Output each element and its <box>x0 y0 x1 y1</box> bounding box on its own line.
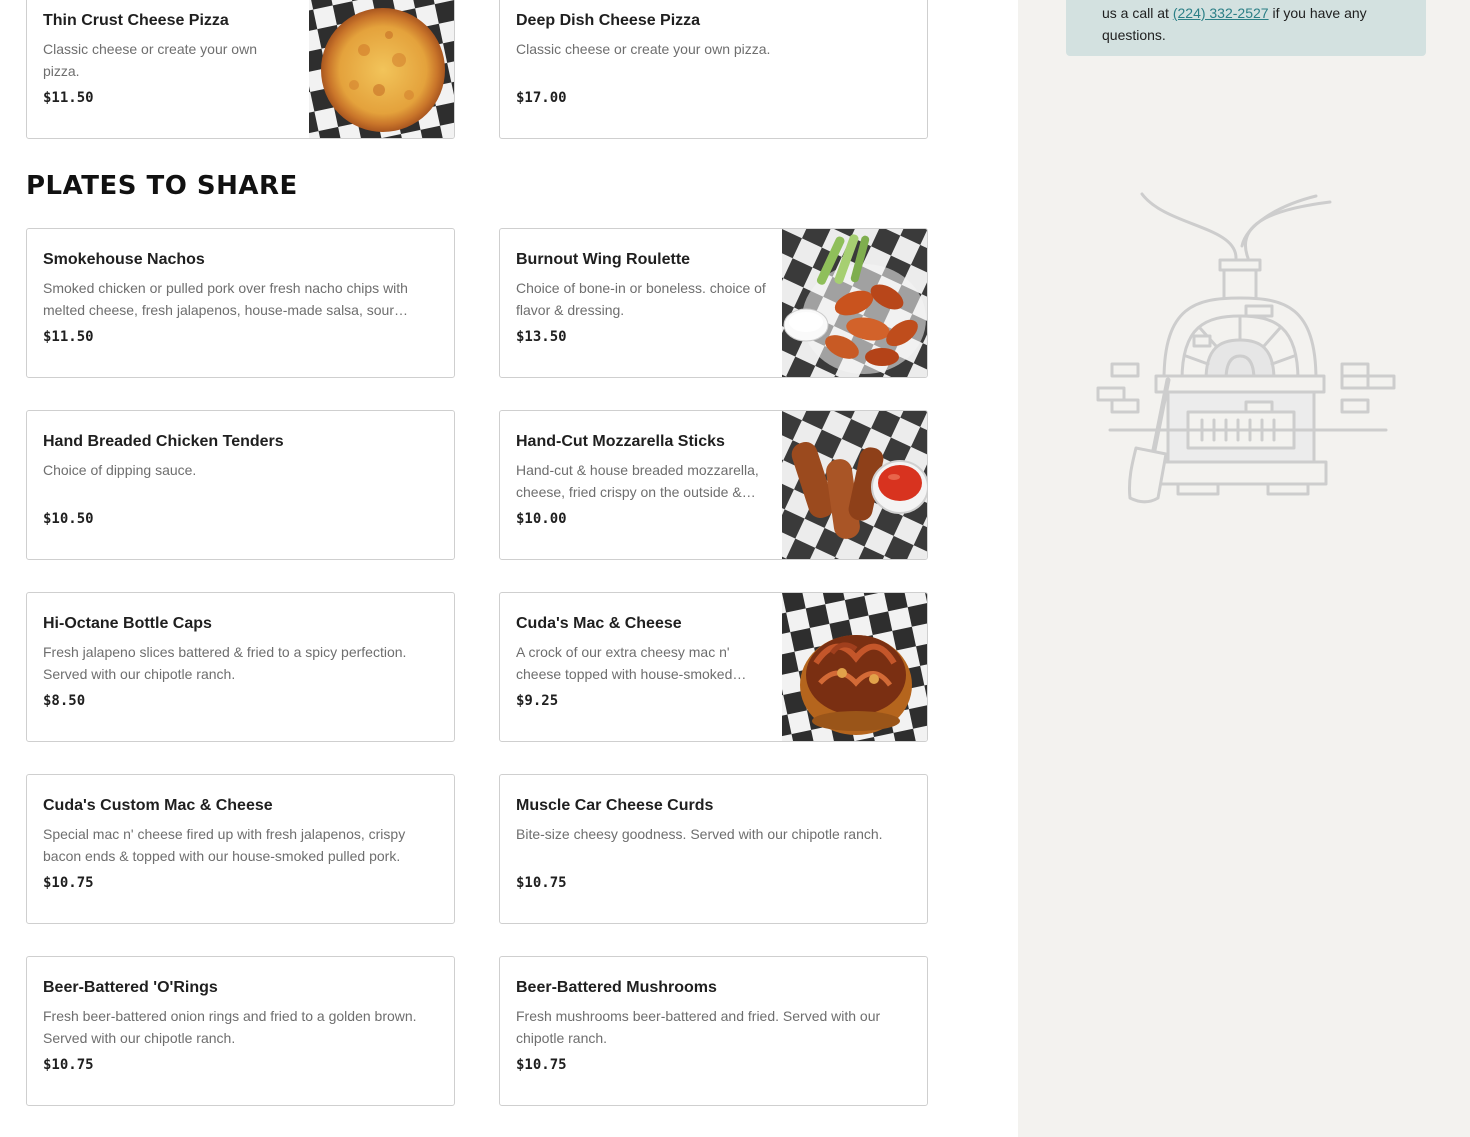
menu-item-card[interactable]: Cuda's Custom Mac & Cheese Special mac n… <box>26 774 455 924</box>
mac-and-cheese-photo <box>782 593 927 741</box>
menu-item-description: Smoked chicken or pulled pork over fresh… <box>43 280 408 318</box>
menu-item-content: Muscle Car Cheese Curds Bite-size cheesy… <box>516 795 911 923</box>
menu-item-description: Bite-size cheesy goodness. Served with o… <box>516 826 883 842</box>
menu-item-description: Fresh beer-battered onion rings and frie… <box>43 1008 417 1046</box>
sidebar: us a call at (224) 332-2527 if you have … <box>1018 0 1470 1137</box>
menu-item-card[interactable]: Hand Breaded Chicken Tenders Choice of d… <box>26 410 455 560</box>
info-box: us a call at (224) 332-2527 if you have … <box>1066 0 1426 56</box>
menu-item-name: Hi-Octane Bottle Caps <box>43 615 212 632</box>
pizza-oven-illustration <box>1096 186 1396 506</box>
menu-item-price: $10.75 <box>43 1057 94 1073</box>
info-text-prefix: us a call at <box>1102 5 1169 21</box>
menu-item-price: $10.75 <box>516 875 567 891</box>
menu-item-price: $10.75 <box>43 875 94 891</box>
mozzarella-sticks-photo <box>782 411 927 559</box>
menu-item-content: Smokehouse Nachos Smoked chicken or pull… <box>43 249 438 377</box>
menu-item-content: Deep Dish Cheese Pizza Classic cheese or… <box>516 10 911 138</box>
menu-item-content: Beer-Battered Mushrooms Fresh mushrooms … <box>516 977 911 1105</box>
menu-item-content: Cuda's Custom Mac & Cheese Special mac n… <box>43 795 438 923</box>
menu-item-name: Cuda's Mac & Cheese <box>516 615 682 632</box>
menu-item-name: Beer-Battered 'O'Rings <box>43 979 218 996</box>
menu-item-content: Burnout Wing Roulette Choice of bone-in … <box>516 249 767 377</box>
menu-item-description: Fresh mushrooms beer-battered and fried.… <box>516 1008 881 1046</box>
menu-item-description: Choice of dipping sauce. <box>43 462 197 478</box>
menu-item-name: Smokehouse Nachos <box>43 251 205 268</box>
menu-item-content: Hi-Octane Bottle Caps Fresh jalapeno sli… <box>43 613 438 741</box>
menu-item-price: $11.50 <box>43 329 94 345</box>
menu-item-price: $10.75 <box>516 1057 567 1073</box>
menu-item-card[interactable]: Hand-Cut Mozzarella Sticks Hand-cut & ho… <box>499 410 928 560</box>
menu-item-card[interactable]: Cuda's Mac & Cheese A crock of our extra… <box>499 592 928 742</box>
menu-item-card[interactable]: Burnout Wing Roulette Choice of bone-in … <box>499 228 928 378</box>
menu-item-card[interactable]: Hi-Octane Bottle Caps Fresh jalapeno sli… <box>26 592 455 742</box>
menu-item-name: Thin Crust Cheese Pizza <box>43 12 229 29</box>
menu-item-content: Hand Breaded Chicken Tenders Choice of d… <box>43 431 438 559</box>
section-title: PLATES TO SHARE <box>26 171 298 201</box>
menu-item-name: Burnout Wing Roulette <box>516 251 691 268</box>
menu-item-content: Beer-Battered 'O'Rings Fresh beer-batter… <box>43 977 438 1105</box>
cheese-pizza-photo <box>309 0 454 138</box>
menu-item-card[interactable]: Thin Crust Cheese Pizza Classic cheese o… <box>26 0 455 139</box>
menu-item-name: Deep Dish Cheese Pizza <box>516 12 701 29</box>
menu-item-content: Thin Crust Cheese Pizza Classic cheese o… <box>43 10 294 138</box>
menu-item-card[interactable]: Muscle Car Cheese Curds Bite-size cheesy… <box>499 774 928 924</box>
menu-item-description: Fresh jalapeno slices battered & fried t… <box>43 644 407 682</box>
menu-item-name: Cuda's Custom Mac & Cheese <box>43 797 273 814</box>
menu-item-name: Hand-Cut Mozzarella Sticks <box>516 433 725 450</box>
menu-item-description: Hand-cut & house breaded mozzarella, che… <box>516 462 759 500</box>
menu-item-card[interactable]: Beer-Battered Mushrooms Fresh mushrooms … <box>499 956 928 1106</box>
menu-item-price: $8.50 <box>43 693 86 709</box>
chicken-wings-photo <box>782 229 927 377</box>
menu-item-description: Classic cheese or create your own pizza. <box>516 41 771 57</box>
menu-item-price: $10.50 <box>43 511 94 527</box>
menu-item-content: Hand-Cut Mozzarella Sticks Hand-cut & ho… <box>516 431 767 559</box>
menu-item-price: $9.25 <box>516 693 559 709</box>
phone-link[interactable]: (224) 332-2527 <box>1173 5 1269 21</box>
menu-item-description: A crock of our extra cheesy mac n' chees… <box>516 644 733 682</box>
menu-item-price: $10.00 <box>516 511 567 527</box>
menu-item-description: Special mac n' cheese fired up with fres… <box>43 826 406 864</box>
menu-item-description: Choice of bone-in or boneless. choice of… <box>516 280 766 318</box>
menu-item-card[interactable]: Beer-Battered 'O'Rings Fresh beer-batter… <box>26 956 455 1106</box>
menu-item-name: Muscle Car Cheese Curds <box>516 797 714 814</box>
menu-main: Thin Crust Cheese Pizza Classic cheese o… <box>0 0 1018 1137</box>
menu-item-card[interactable]: Smokehouse Nachos Smoked chicken or pull… <box>26 228 455 378</box>
menu-item-content: Cuda's Mac & Cheese A crock of our extra… <box>516 613 767 741</box>
menu-item-price: $17.00 <box>516 90 567 106</box>
menu-item-name: Hand Breaded Chicken Tenders <box>43 433 284 450</box>
menu-item-price: $11.50 <box>43 90 94 106</box>
menu-item-description: Classic cheese or create your own pizza. <box>43 41 257 79</box>
menu-item-price: $13.50 <box>516 329 567 345</box>
menu-item-card[interactable]: Deep Dish Cheese Pizza Classic cheese or… <box>499 0 928 139</box>
menu-item-name: Beer-Battered Mushrooms <box>516 979 717 996</box>
